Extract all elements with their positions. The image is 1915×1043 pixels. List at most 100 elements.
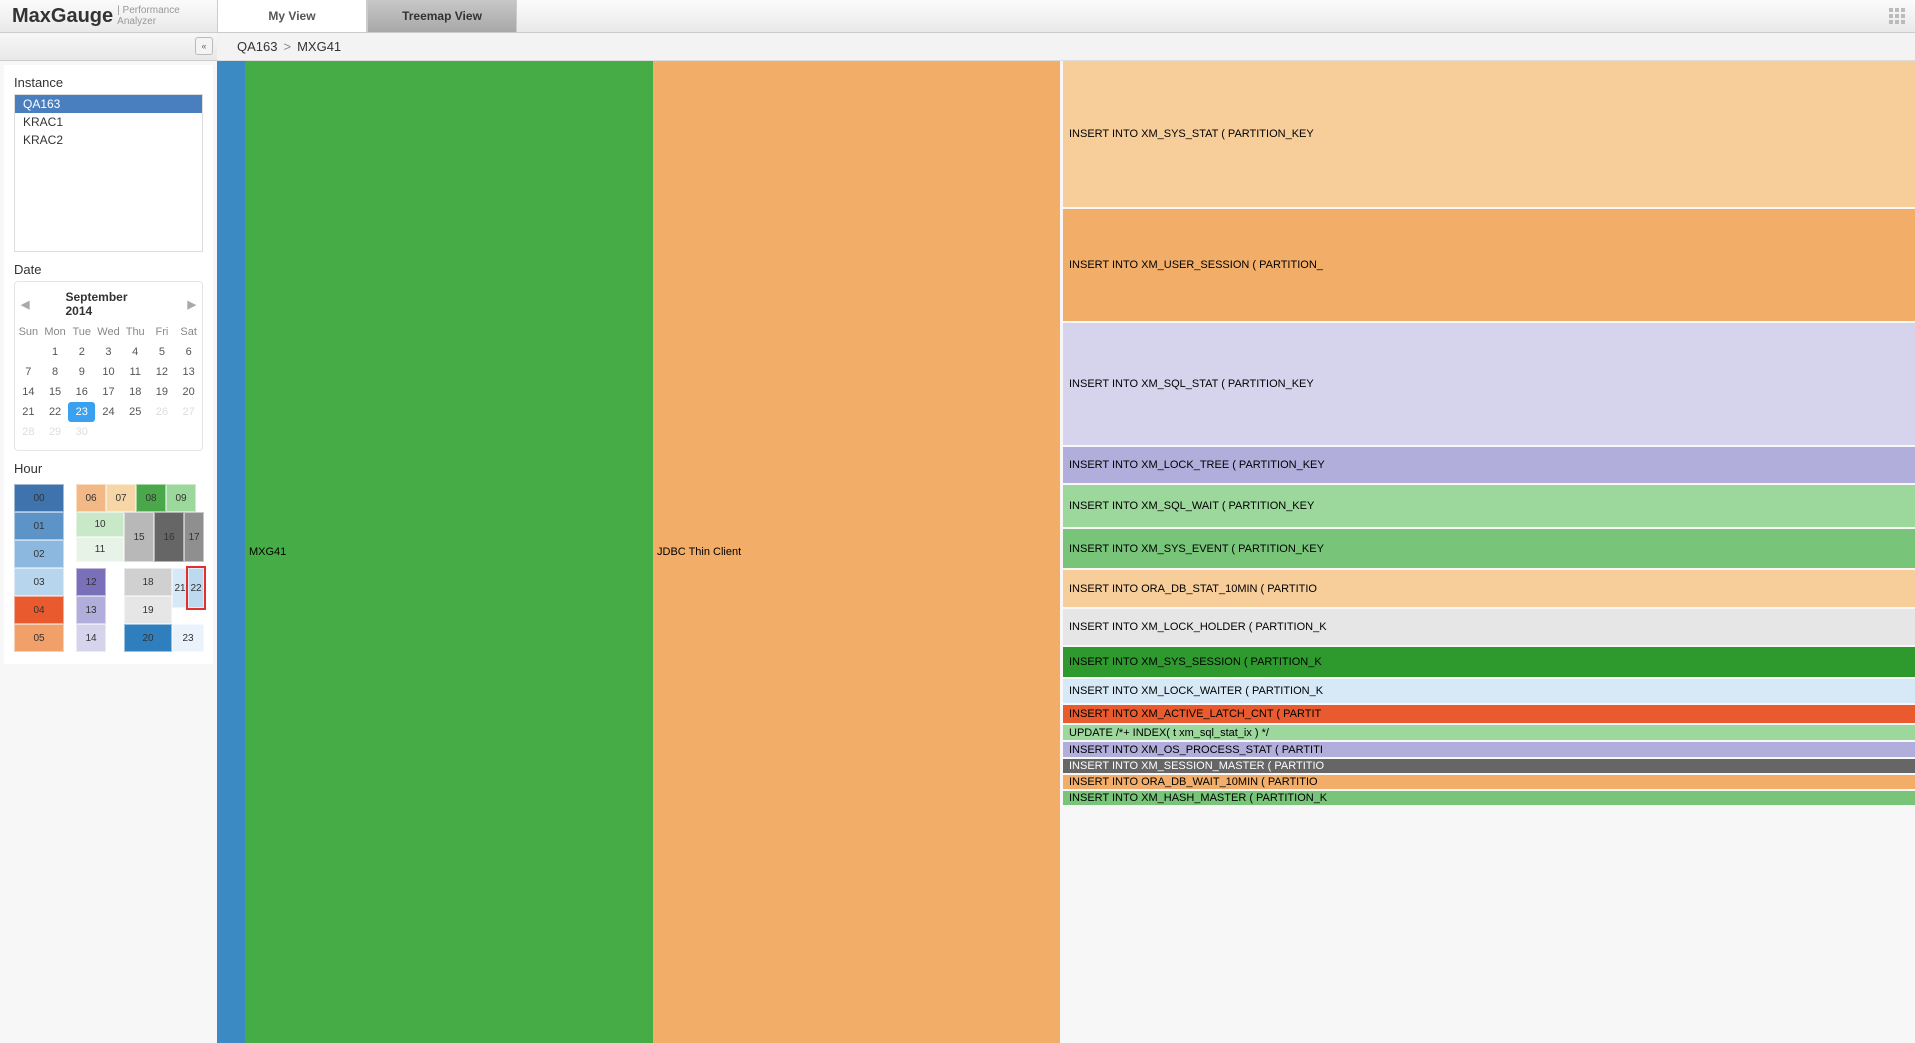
calendar-day (95, 422, 122, 442)
hour-cell[interactable]: 23 (172, 624, 204, 652)
instance-list[interactable]: QA163KRAC1KRAC2 (14, 94, 203, 252)
breadcrumb-sep-icon: > (283, 39, 291, 54)
calendar-day[interactable]: 24 (95, 402, 122, 422)
treemap-sql-cell[interactable]: INSERT INTO XM_LOCK_HOLDER ( PARTITION_K (1063, 609, 1915, 645)
calendar-day[interactable]: 15 (42, 382, 69, 402)
calendar-header: ◀ September 2014 ▶ (15, 286, 202, 322)
hour-cell[interactable]: 08 (136, 484, 166, 512)
logo-subtitle: | Performance Analyzer (117, 5, 205, 27)
calendar-day[interactable]: 17 (95, 382, 122, 402)
treemap-mxg-label: MXG41 (249, 546, 286, 558)
calendar-day[interactable]: 13 (175, 362, 202, 382)
calendar-day[interactable]: 28 (15, 422, 42, 442)
hour-cell[interactable]: 13 (76, 596, 106, 624)
calendar-day[interactable]: 1 (42, 342, 69, 362)
instance-label: Instance (14, 75, 203, 90)
treemap-sql-cell[interactable]: INSERT INTO XM_SYS_EVENT ( PARTITION_KEY (1063, 529, 1915, 568)
instance-item[interactable]: QA163 (15, 95, 202, 113)
hour-cell[interactable]: 09 (166, 484, 196, 512)
hour-cell[interactable]: 21 (172, 568, 188, 608)
calendar-day[interactable]: 5 (149, 342, 176, 362)
collapse-sidebar-button[interactable]: « (195, 37, 213, 55)
treemap-sql-cell[interactable]: INSERT INTO XM_USER_SESSION ( PARTITION_ (1063, 209, 1915, 321)
calendar-day[interactable]: 22 (42, 402, 69, 422)
hour-cell[interactable]: 05 (14, 624, 64, 652)
treemap-sql-cell[interactable]: INSERT INTO ORA_DB_WAIT_10MIN ( PARTITIO (1063, 775, 1915, 789)
calendar-day[interactable]: 7 (15, 362, 42, 382)
calendar-day[interactable]: 26 (149, 402, 176, 422)
treemap-root-stripe[interactable] (217, 61, 245, 1043)
calendar-day[interactable]: 10 (95, 362, 122, 382)
calendar-day[interactable]: 6 (175, 342, 202, 362)
grid-icon[interactable] (1889, 8, 1905, 24)
treemap-sql-cell[interactable]: UPDATE /*+ INDEX( t xm_sql_stat_ix ) */ (1063, 725, 1915, 740)
hour-cell[interactable]: 14 (76, 624, 106, 652)
treemap-sql-cell[interactable]: INSERT INTO XM_SESSION_MASTER ( PARTITIO (1063, 759, 1915, 773)
treemap-sql-cell[interactable]: INSERT INTO XM_SQL_WAIT ( PARTITION_KEY (1063, 485, 1915, 527)
tab-my-view[interactable]: My View (217, 0, 367, 32)
calendar-dow: Mon (42, 322, 69, 342)
calendar-day[interactable]: 9 (68, 362, 95, 382)
calendar-day[interactable]: 2 (68, 342, 95, 362)
calendar-next-icon[interactable]: ▶ (182, 298, 202, 311)
instance-item[interactable]: KRAC1 (15, 113, 202, 131)
calendar-day[interactable]: 8 (42, 362, 69, 382)
calendar-dow: Fri (149, 322, 176, 342)
breadcrumb-root[interactable]: QA163 (237, 39, 277, 54)
tab-treemap-view[interactable]: Treemap View (367, 0, 517, 32)
hour-cell[interactable]: 07 (106, 484, 136, 512)
calendar-day[interactable]: 30 (68, 422, 95, 442)
calendar-day[interactable]: 20 (175, 382, 202, 402)
hour-cell[interactable]: 03 (14, 568, 64, 596)
hour-cell[interactable]: 10 (76, 512, 124, 537)
calendar-day[interactable]: 19 (149, 382, 176, 402)
calendar-day (122, 422, 149, 442)
hour-cell[interactable]: 16 (154, 512, 184, 562)
hour-cell[interactable]: 22 (188, 568, 204, 608)
treemap-jdbc-cell[interactable]: JDBC Thin Client (653, 61, 1060, 1043)
calendar-day[interactable]: 21 (15, 402, 42, 422)
calendar-day[interactable]: 11 (122, 362, 149, 382)
calendar-day (175, 422, 202, 442)
calendar-dow: Wed (95, 322, 122, 342)
treemap-sql-cell[interactable]: INSERT INTO XM_ACTIVE_LATCH_CNT ( PARTIT (1063, 705, 1915, 723)
breadcrumb: QA163 > MXG41 (217, 33, 1915, 61)
calendar-day[interactable]: 14 (15, 382, 42, 402)
hour-cell[interactable]: 00 (14, 484, 64, 512)
hour-cell[interactable]: 02 (14, 540, 64, 568)
calendar-prev-icon[interactable]: ◀ (15, 298, 35, 311)
treemap-sql-cell[interactable]: INSERT INTO XM_LOCK_WAITER ( PARTITION_K (1063, 679, 1915, 703)
hour-cell[interactable]: 20 (124, 624, 172, 652)
breadcrumb-child[interactable]: MXG41 (297, 39, 341, 54)
calendar-day[interactable]: 16 (68, 382, 95, 402)
hour-cell[interactable]: 11 (76, 537, 124, 562)
instance-item[interactable]: KRAC2 (15, 131, 202, 149)
treemap-sql-cell[interactable]: INSERT INTO XM_OS_PROCESS_STAT ( PARTITI (1063, 742, 1915, 757)
treemap-mxg-cell[interactable]: MXG41 (245, 61, 653, 1043)
sidebar: « Instance QA163KRAC1KRAC2 Date ◀ Septem… (0, 33, 217, 1043)
hour-cell[interactable]: 18 (124, 568, 172, 596)
calendar-day[interactable]: 12 (149, 362, 176, 382)
calendar-day[interactable]: 23 (68, 402, 95, 422)
calendar-day[interactable]: 4 (122, 342, 149, 362)
calendar-day[interactable]: 18 (122, 382, 149, 402)
hour-cell[interactable]: 15 (124, 512, 154, 562)
hour-cell[interactable]: 17 (184, 512, 204, 562)
treemap-sql-cell[interactable]: INSERT INTO ORA_DB_STAT_10MIN ( PARTITIO (1063, 570, 1915, 607)
hour-cell[interactable]: 19 (124, 596, 172, 624)
calendar-day[interactable]: 25 (122, 402, 149, 422)
hour-cell[interactable]: 01 (14, 512, 64, 540)
calendar-day[interactable]: 29 (42, 422, 69, 442)
treemap: MXG41 JDBC Thin Client INSERT INTO XM_SY… (217, 61, 1915, 1043)
treemap-sql-cell[interactable]: INSERT INTO XM_SYS_SESSION ( PARTITION_K (1063, 647, 1915, 677)
treemap-sql-cell[interactable]: INSERT INTO XM_HASH_MASTER ( PARTITION_K (1063, 791, 1915, 805)
treemap-sql-cell[interactable]: INSERT INTO XM_LOCK_TREE ( PARTITION_KEY (1063, 447, 1915, 483)
treemap-sql-cell[interactable]: INSERT INTO XM_SQL_STAT ( PARTITION_KEY (1063, 323, 1915, 445)
calendar-day[interactable]: 3 (95, 342, 122, 362)
treemap-sql-cell[interactable]: INSERT INTO XM_SYS_STAT ( PARTITION_KEY (1063, 61, 1915, 207)
sidebar-toolbar: « (0, 33, 217, 61)
hour-cell[interactable]: 12 (76, 568, 106, 596)
hour-cell[interactable]: 04 (14, 596, 64, 624)
calendar-day[interactable]: 27 (175, 402, 202, 422)
hour-cell[interactable]: 06 (76, 484, 106, 512)
